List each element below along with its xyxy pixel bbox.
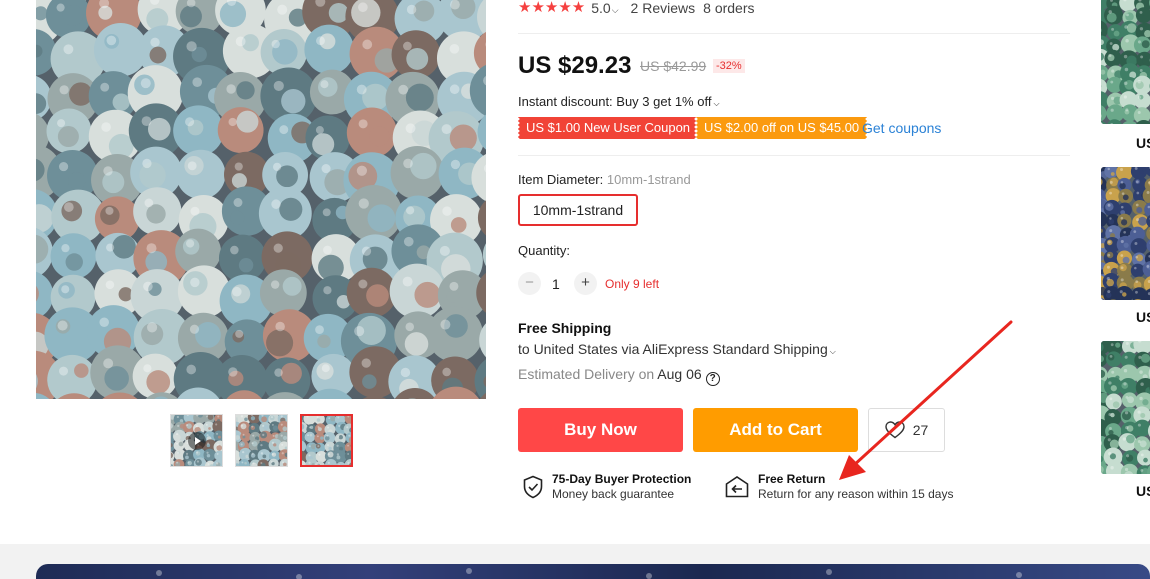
thumbnail-2[interactable]	[235, 414, 288, 467]
return-title: Free Return	[758, 472, 826, 486]
thumbnail-3-selected[interactable]	[300, 414, 353, 467]
instant-discount[interactable]: Instant discount: Buy 3 get 1% off ⌵	[518, 94, 720, 109]
new-user-coupon[interactable]: US $1.00 New User Coupon	[515, 117, 701, 139]
divider	[518, 33, 1070, 34]
free-return[interactable]: Free Return Return for any reason within…	[724, 472, 953, 502]
help-question-icon[interactable]: ?	[705, 372, 720, 386]
quantity-decrease-button[interactable]: −	[518, 272, 541, 295]
product-page: ★★★★★ 5.0⌵ 2 Reviews 8 orders US $29.23 …	[0, 0, 1150, 579]
shipping-title: Free Shipping	[518, 320, 612, 336]
add-to-cart-button[interactable]: Add to Cart	[693, 408, 858, 452]
gemstone-beads-photo	[36, 0, 486, 399]
recommended-beads-photo	[1101, 0, 1150, 124]
buyer-protection[interactable]: 75-Day Buyer Protection Money back guara…	[522, 472, 691, 502]
chevron-down-icon: ⌵	[611, 5, 619, 15]
rating-value[interactable]: 5.0⌵	[591, 0, 618, 16]
quantity-label: Quantity:	[518, 243, 571, 258]
main-product-image[interactable]	[36, 0, 486, 399]
current-price: US $29.23	[518, 52, 632, 79]
store-coupon[interactable]: US $2.00 off on US $45.00	[693, 117, 870, 139]
chevron-down-icon: ⌵	[713, 99, 720, 108]
divider	[518, 155, 1070, 156]
recommended-item-price-1: US	[1136, 135, 1150, 151]
heart-icon	[885, 421, 905, 439]
stock-warning: Only 9 left	[605, 277, 660, 291]
thumbnail-image	[236, 415, 287, 466]
estimated-delivery: Estimated Delivery on Aug 06?	[518, 366, 720, 386]
quantity-increase-button[interactable]: +	[574, 272, 597, 295]
recommended-item-price-3: US	[1136, 483, 1150, 499]
wishlist-count: 27	[912, 422, 929, 438]
recommended-beads-photo	[1101, 167, 1150, 300]
protection-subtitle: Money back guarantee	[552, 487, 675, 501]
variant-label: Item Diameter: 10mm-1strand	[518, 172, 691, 187]
thumbnail-video[interactable]	[170, 414, 223, 467]
delivery-date: Aug 06	[657, 366, 702, 382]
recommended-item-image-3[interactable]	[1101, 341, 1150, 474]
thumbnail-image	[302, 416, 351, 465]
buy-now-button[interactable]: Buy Now	[518, 408, 683, 452]
orders-count: 8 orders	[703, 0, 755, 16]
return-subtitle: Return for any reason within 15 days	[758, 487, 954, 501]
recommended-item-image-1[interactable]	[1101, 0, 1150, 124]
recommended-item-image-2[interactable]	[1101, 167, 1150, 300]
variant-selected-value: 10mm-1strand	[606, 172, 691, 187]
quantity-value[interactable]: 1	[552, 276, 560, 292]
wishlist-button[interactable]: 27	[868, 408, 945, 452]
rating-row: ★★★★★ 5.0⌵ 2 Reviews 8 orders	[518, 0, 755, 16]
star-rating-icon: ★★★★★	[518, 0, 586, 16]
discount-badge: -32%	[713, 59, 745, 73]
thumbnail-strip	[170, 414, 353, 467]
recommended-beads-photo	[1101, 341, 1150, 474]
shipping-method[interactable]: to United States via AliExpress Standard…	[518, 341, 836, 357]
chevron-down-icon: ⌵	[829, 347, 836, 356]
variant-option-10mm[interactable]: 10mm-1strand	[518, 194, 638, 226]
recommended-item-price-2: US	[1136, 309, 1150, 325]
get-coupons-link[interactable]: Get coupons	[862, 120, 941, 136]
return-box-icon	[725, 476, 749, 498]
protection-title: 75-Day Buyer Protection	[552, 472, 692, 486]
original-price: US $42.99	[640, 58, 707, 74]
shield-check-icon	[523, 475, 543, 499]
store-banner[interactable]	[36, 564, 1150, 579]
play-icon	[188, 432, 206, 450]
reviews-link[interactable]: 2 Reviews	[631, 0, 696, 16]
